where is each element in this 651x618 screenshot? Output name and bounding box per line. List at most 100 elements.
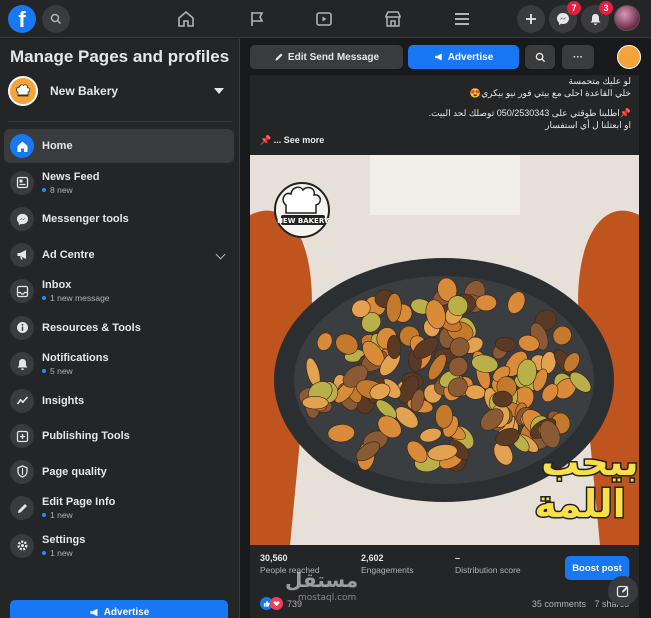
home-tab[interactable] bbox=[175, 8, 197, 30]
marketplace-tab[interactable] bbox=[382, 8, 404, 30]
cookie bbox=[492, 390, 513, 408]
new-dot bbox=[42, 296, 46, 300]
caption-line: 📌اطلبنا طوقتي على 050/2530343 توصلك لحد … bbox=[428, 108, 631, 118]
bakery-tray-image: NEW BAKERY بيحب اللمة bbox=[250, 155, 639, 545]
messenger-badge: 7 bbox=[567, 1, 581, 15]
caption-line: او ابعتلنا ل أي استفسار bbox=[545, 120, 631, 130]
post-photo[interactable]: NEW BAKERY بيحب اللمة bbox=[250, 155, 639, 545]
sidebar-item-sub: 1 new message bbox=[50, 293, 110, 303]
photo-overlay-line1: بيحب bbox=[541, 440, 638, 484]
sidebar-item-publishing-tools[interactable]: Publishing Tools bbox=[4, 419, 234, 453]
page-action-bar: Edit Send Message Advertise ··· bbox=[241, 39, 651, 75]
profile-avatar[interactable] bbox=[614, 5, 640, 31]
compose-icon bbox=[616, 585, 629, 598]
sidebar-item-inbox[interactable]: Inbox 1 new message bbox=[4, 273, 234, 309]
caret-down-icon bbox=[214, 88, 224, 94]
chevron-down-icon[interactable] bbox=[215, 249, 226, 259]
sidebar-item-insights[interactable]: Insights bbox=[4, 384, 234, 418]
sidebar-item-home[interactable]: Home bbox=[4, 129, 234, 163]
divider bbox=[8, 121, 232, 122]
sidebar-item-label: Home bbox=[42, 140, 73, 152]
sidebar-item-sub: 8 new bbox=[50, 184, 73, 195]
more-options-button[interactable]: ··· bbox=[562, 45, 594, 69]
news-feed-icon bbox=[10, 170, 34, 195]
sidebar-item-sub: 1 new bbox=[50, 510, 73, 520]
photo-overlay-line2: اللمة bbox=[534, 482, 625, 526]
new-message-button[interactable] bbox=[608, 576, 638, 606]
search-button[interactable] bbox=[42, 5, 70, 33]
top-navigation-bar: f 7 3 bbox=[0, 0, 651, 38]
notifications-button[interactable]: 3 bbox=[581, 1, 613, 33]
stat-engagements[interactable]: 2,602 Engagements bbox=[361, 553, 413, 575]
gear-icon bbox=[10, 533, 34, 558]
sidebar-item-label: Ad Centre bbox=[42, 248, 95, 261]
sidebar-item-label: Page quality bbox=[42, 465, 107, 478]
cookie bbox=[302, 396, 329, 410]
advertise-top-label: Advertise bbox=[447, 51, 494, 63]
plus-icon bbox=[526, 14, 536, 24]
post-card: لو عليك متحمسة خلي القاعدة احلى مع بيتي … bbox=[250, 75, 639, 618]
info-icon bbox=[10, 315, 34, 340]
sidebar-item-edit-page-info[interactable]: Edit Page Info 1 new bbox=[4, 490, 234, 526]
sidebar-item-news-feed[interactable]: News Feed 8 new bbox=[4, 165, 234, 201]
sidebar-item-notifications[interactable]: Notifications 5 new bbox=[4, 346, 234, 382]
notifications-badge: 3 bbox=[599, 1, 613, 15]
see-more-link[interactable]: 📌 ... See more bbox=[260, 135, 324, 146]
menu-icon bbox=[455, 13, 469, 25]
sidebar-item-label: News Feed bbox=[42, 170, 100, 183]
flag-icon bbox=[251, 12, 264, 26]
pencil-icon bbox=[275, 53, 283, 61]
love-reaction-icon bbox=[270, 597, 283, 610]
messenger-button[interactable]: 7 bbox=[549, 1, 581, 33]
pencil-icon bbox=[10, 496, 34, 520]
menu-tab[interactable] bbox=[451, 8, 473, 30]
sidebar-item-label: Settings bbox=[42, 533, 86, 546]
edit-send-message-button[interactable]: Edit Send Message bbox=[250, 45, 403, 69]
new-dot bbox=[42, 369, 46, 373]
page-avatar-switch[interactable] bbox=[617, 45, 641, 69]
inbox-icon bbox=[10, 279, 34, 303]
sidebar-title: Manage Pages and profiles bbox=[10, 47, 230, 66]
megaphone-icon bbox=[434, 53, 442, 61]
more-label: ··· bbox=[573, 51, 583, 63]
sidebar-item-settings[interactable]: Settings 1 new bbox=[4, 528, 234, 564]
sidebar-item-messenger-tools[interactable]: Messenger tools bbox=[4, 202, 234, 236]
create-button[interactable] bbox=[517, 5, 545, 33]
sidebar-item-ad-centre[interactable]: Ad Centre bbox=[4, 238, 234, 272]
pages-tab[interactable] bbox=[246, 8, 268, 30]
search-icon bbox=[50, 13, 62, 25]
stat-label: Engagements bbox=[361, 565, 414, 575]
advertise-button[interactable]: Advertise bbox=[10, 600, 228, 618]
post-caption: لو عليك متحمسة خلي القاعدة احلى مع بيتي … bbox=[261, 75, 631, 131]
edit-send-message-label: Edit Send Message bbox=[287, 51, 380, 63]
search-page-button[interactable] bbox=[525, 45, 555, 69]
advertise-top-button[interactable]: Advertise bbox=[408, 45, 519, 69]
page-switcher[interactable]: New Bakery bbox=[8, 73, 232, 109]
reaction-summary[interactable]: 739 bbox=[260, 597, 302, 610]
home-icon bbox=[10, 134, 34, 158]
publishing-icon bbox=[10, 424, 34, 448]
sidebar-item-resources-tools[interactable]: Resources & Tools bbox=[4, 311, 234, 345]
messenger-icon bbox=[557, 13, 569, 25]
bakery-logo bbox=[8, 76, 38, 106]
sidebar-item-page-quality[interactable]: Page quality bbox=[4, 455, 234, 489]
search-icon bbox=[535, 52, 545, 62]
megaphone-icon bbox=[89, 608, 98, 616]
watch-tab[interactable] bbox=[313, 8, 335, 30]
facebook-logo[interactable]: f bbox=[8, 5, 36, 33]
new-dot bbox=[42, 187, 46, 192]
megaphone-icon bbox=[10, 242, 34, 267]
comments-count[interactable]: 35 comments bbox=[532, 599, 586, 609]
sidebar-item-label: Resources & Tools bbox=[42, 321, 141, 334]
watermark-url: mostaql.com bbox=[298, 593, 357, 603]
sidebar-menu: Home News Feed 8 new Messenger tools Ad C… bbox=[4, 129, 234, 565]
sidebar-item-label: Notifications bbox=[42, 352, 109, 364]
see-more-label: ... See more bbox=[273, 135, 325, 145]
sidebar-item-sub: 5 new bbox=[50, 366, 73, 376]
sidebar-item-label: Insights bbox=[42, 394, 85, 407]
stat-value: – bbox=[455, 553, 461, 563]
stat-label: Distribution score bbox=[455, 565, 521, 575]
sidebar-item-label: Messenger tools bbox=[42, 213, 129, 225]
chef-hat-icon bbox=[16, 84, 31, 97]
stat-distribution-score[interactable]: – Distribution score bbox=[455, 553, 521, 575]
